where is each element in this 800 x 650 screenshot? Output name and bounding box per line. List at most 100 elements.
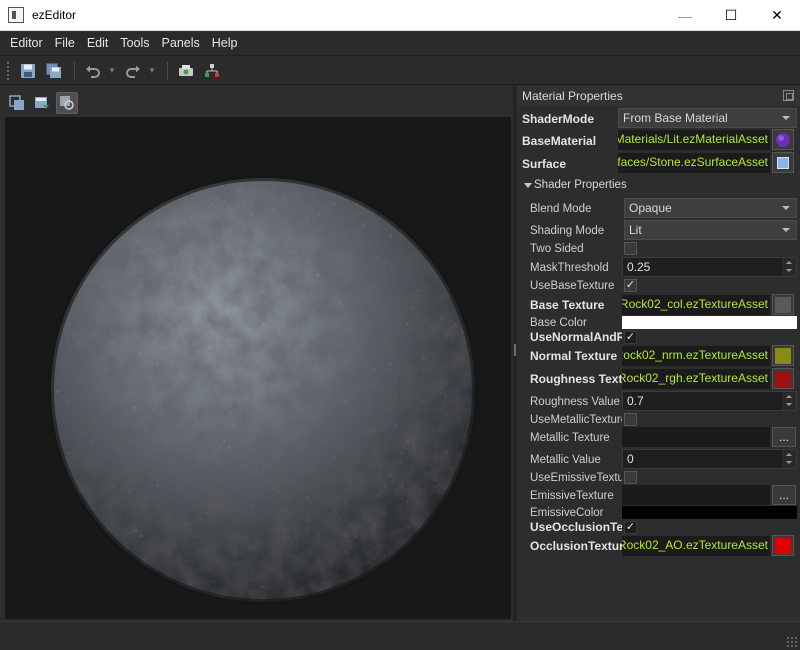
minimize-button[interactable]: — xyxy=(662,0,708,31)
use-normal-roughness-checkbox[interactable]: ✓ xyxy=(624,331,637,344)
metallic-texture-field[interactable] xyxy=(622,427,770,447)
normal-texture-field[interactable]: Textures/Rock02/Rock02_nrm.ezTextureAsse… xyxy=(622,346,770,366)
mask-threshold-spinbox[interactable]: 0.25 xyxy=(622,257,797,277)
maximize-button[interactable]: ☐ xyxy=(708,0,754,31)
surface-row: Surface xyxy=(522,154,617,174)
surface-thumbnail[interactable] xyxy=(772,152,794,173)
menu-bar: Editor File Edit Tools Panels Help xyxy=(0,31,800,56)
shading-mode-row: Shading Mode xyxy=(530,221,604,241)
two-sided-label: Two Sided xyxy=(530,243,584,255)
roughness-texture-thumbnail[interactable] xyxy=(772,368,794,389)
save-all-button[interactable] xyxy=(42,60,66,82)
roughness-texture-field[interactable]: Textures/Rock02/Rock02_rgh.ezTextureAsse… xyxy=(622,369,770,389)
viewport-panel xyxy=(0,86,513,621)
emissive-texture-label: EmissiveTexture xyxy=(530,490,614,502)
title-bar: ezEditor — ☐ ✕ xyxy=(0,0,800,31)
chevron-down-icon xyxy=(782,116,790,120)
occlusion-texture-field[interactable]: Textures/Rock02/Rock02_AO.ezTextureAsset xyxy=(622,536,770,556)
toolbar-grip[interactable] xyxy=(6,60,10,81)
material-sphere-icon xyxy=(776,132,790,147)
toolbar-separator xyxy=(167,61,168,80)
shading-mode-label: Shading Mode xyxy=(530,225,605,237)
texture-preview-icon xyxy=(775,296,791,313)
save-icon xyxy=(21,63,35,78)
redo-button[interactable] xyxy=(121,60,145,82)
emissive-color-label: EmissiveColor xyxy=(530,507,604,519)
texture-preview-icon xyxy=(775,537,791,554)
metallic-value-row: Metallic Value xyxy=(530,450,601,470)
shader-properties-group-header[interactable]: Shader Properties xyxy=(524,176,627,194)
undo-icon xyxy=(86,65,100,78)
panel-title: Material Properties xyxy=(522,89,623,103)
shading-mode-value: Lit xyxy=(629,223,642,237)
base-color-label: Base Color xyxy=(530,317,587,329)
3d-viewport[interactable] xyxy=(5,117,511,619)
normal-texture-thumbnail[interactable] xyxy=(772,345,794,366)
base-texture-thumbnail[interactable] xyxy=(772,294,794,315)
two-sided-checkbox[interactable] xyxy=(624,242,637,255)
two-sided-row: Two Sided xyxy=(530,240,584,258)
float-panel-icon[interactable] xyxy=(783,90,794,101)
link-button[interactable] xyxy=(56,92,78,114)
main-toolbar: ▼ ▼ xyxy=(0,57,800,85)
redo-icon xyxy=(126,65,140,78)
undo-button[interactable] xyxy=(81,60,105,82)
base-texture-row: Base Texture xyxy=(530,295,623,315)
material-preview-sphere xyxy=(5,117,511,619)
use-metallic-texture-checkbox[interactable] xyxy=(624,413,637,426)
emissive-texture-browse-button[interactable]: ... xyxy=(772,485,796,505)
base-material-thumbnail[interactable] xyxy=(772,129,794,150)
menu-tools[interactable]: Tools xyxy=(114,36,155,50)
menu-help[interactable]: Help xyxy=(206,36,244,50)
emissive-color-swatch[interactable] xyxy=(622,506,797,519)
shading-mode-dropdown[interactable]: Lit xyxy=(624,220,797,240)
roughness-value-spinbox[interactable]: 0.7 xyxy=(622,391,797,411)
menu-editor[interactable]: Editor xyxy=(4,36,49,50)
render-button[interactable] xyxy=(174,60,198,82)
metallic-value: 0 xyxy=(627,452,634,466)
menu-edit[interactable]: Edit xyxy=(81,36,115,50)
redo-dropdown[interactable]: ▼ xyxy=(147,60,157,82)
save-all-icon xyxy=(46,63,61,78)
normal-texture-label: Normal Texture xyxy=(530,349,618,363)
menu-file[interactable]: File xyxy=(49,36,81,50)
spin-arrows-icon[interactable] xyxy=(782,450,796,468)
base-material-row: BaseMaterial xyxy=(522,131,617,151)
tree-button[interactable] xyxy=(200,60,224,82)
render-to-thumbnail-button[interactable] xyxy=(31,92,53,114)
occlusion-texture-thumbnail[interactable] xyxy=(772,535,794,556)
metallic-value-label: Metallic Value xyxy=(530,454,601,466)
panel-header: Material Properties xyxy=(517,86,800,106)
use-metallic-texture-label: UseMetallicTexture xyxy=(530,414,622,426)
use-occlusion-texture-checkbox[interactable]: ✓ xyxy=(624,521,637,534)
blend-mode-dropdown[interactable]: Opaque xyxy=(624,198,797,218)
use-emissive-texture-checkbox[interactable] xyxy=(624,471,637,484)
occlusion-texture-row: OcclusionTexture xyxy=(530,536,622,556)
shader-mode-row: ShaderMode xyxy=(522,109,617,129)
save-button[interactable] xyxy=(16,60,40,82)
spin-arrows-icon[interactable] xyxy=(782,392,796,410)
base-color-swatch[interactable] xyxy=(622,316,797,329)
toolbar-separator xyxy=(74,61,75,80)
menu-panels[interactable]: Panels xyxy=(156,36,206,50)
metallic-value-spinbox[interactable]: 0 xyxy=(622,449,797,469)
metallic-texture-browse-button[interactable]: ... xyxy=(772,427,796,447)
use-emissive-texture-row: UseEmissiveTexture xyxy=(530,469,622,487)
base-material-field[interactable]: Base/Materials/BaseMaterials/Lit.ezMater… xyxy=(618,130,770,150)
surface-field[interactable]: Base/Surfaces/Stone.ezSurfaceAsset xyxy=(618,153,770,173)
undo-dropdown[interactable]: ▼ xyxy=(107,60,117,82)
occlusion-texture-label: OcclusionTexture xyxy=(530,539,622,553)
close-button[interactable]: ✕ xyxy=(754,0,800,31)
resize-grip-icon[interactable] xyxy=(786,636,798,648)
shader-mode-dropdown[interactable]: From Base Material xyxy=(618,108,797,128)
base-texture-field[interactable]: Textures/Rock02/Rock02_col.ezTextureAsse… xyxy=(622,295,770,315)
metallic-texture-row: Metallic Texture xyxy=(530,428,610,448)
emissive-texture-field[interactable] xyxy=(622,485,770,505)
use-base-texture-checkbox[interactable]: ✓ xyxy=(624,279,637,292)
roughness-value: 0.7 xyxy=(627,394,644,408)
blend-mode-label: Blend Mode xyxy=(530,203,592,215)
screenshot-button[interactable] xyxy=(6,92,28,114)
tree-icon xyxy=(205,63,219,77)
spin-arrows-icon[interactable] xyxy=(782,258,796,276)
material-properties-panel: Material Properties ShaderMode From Base… xyxy=(517,86,800,621)
